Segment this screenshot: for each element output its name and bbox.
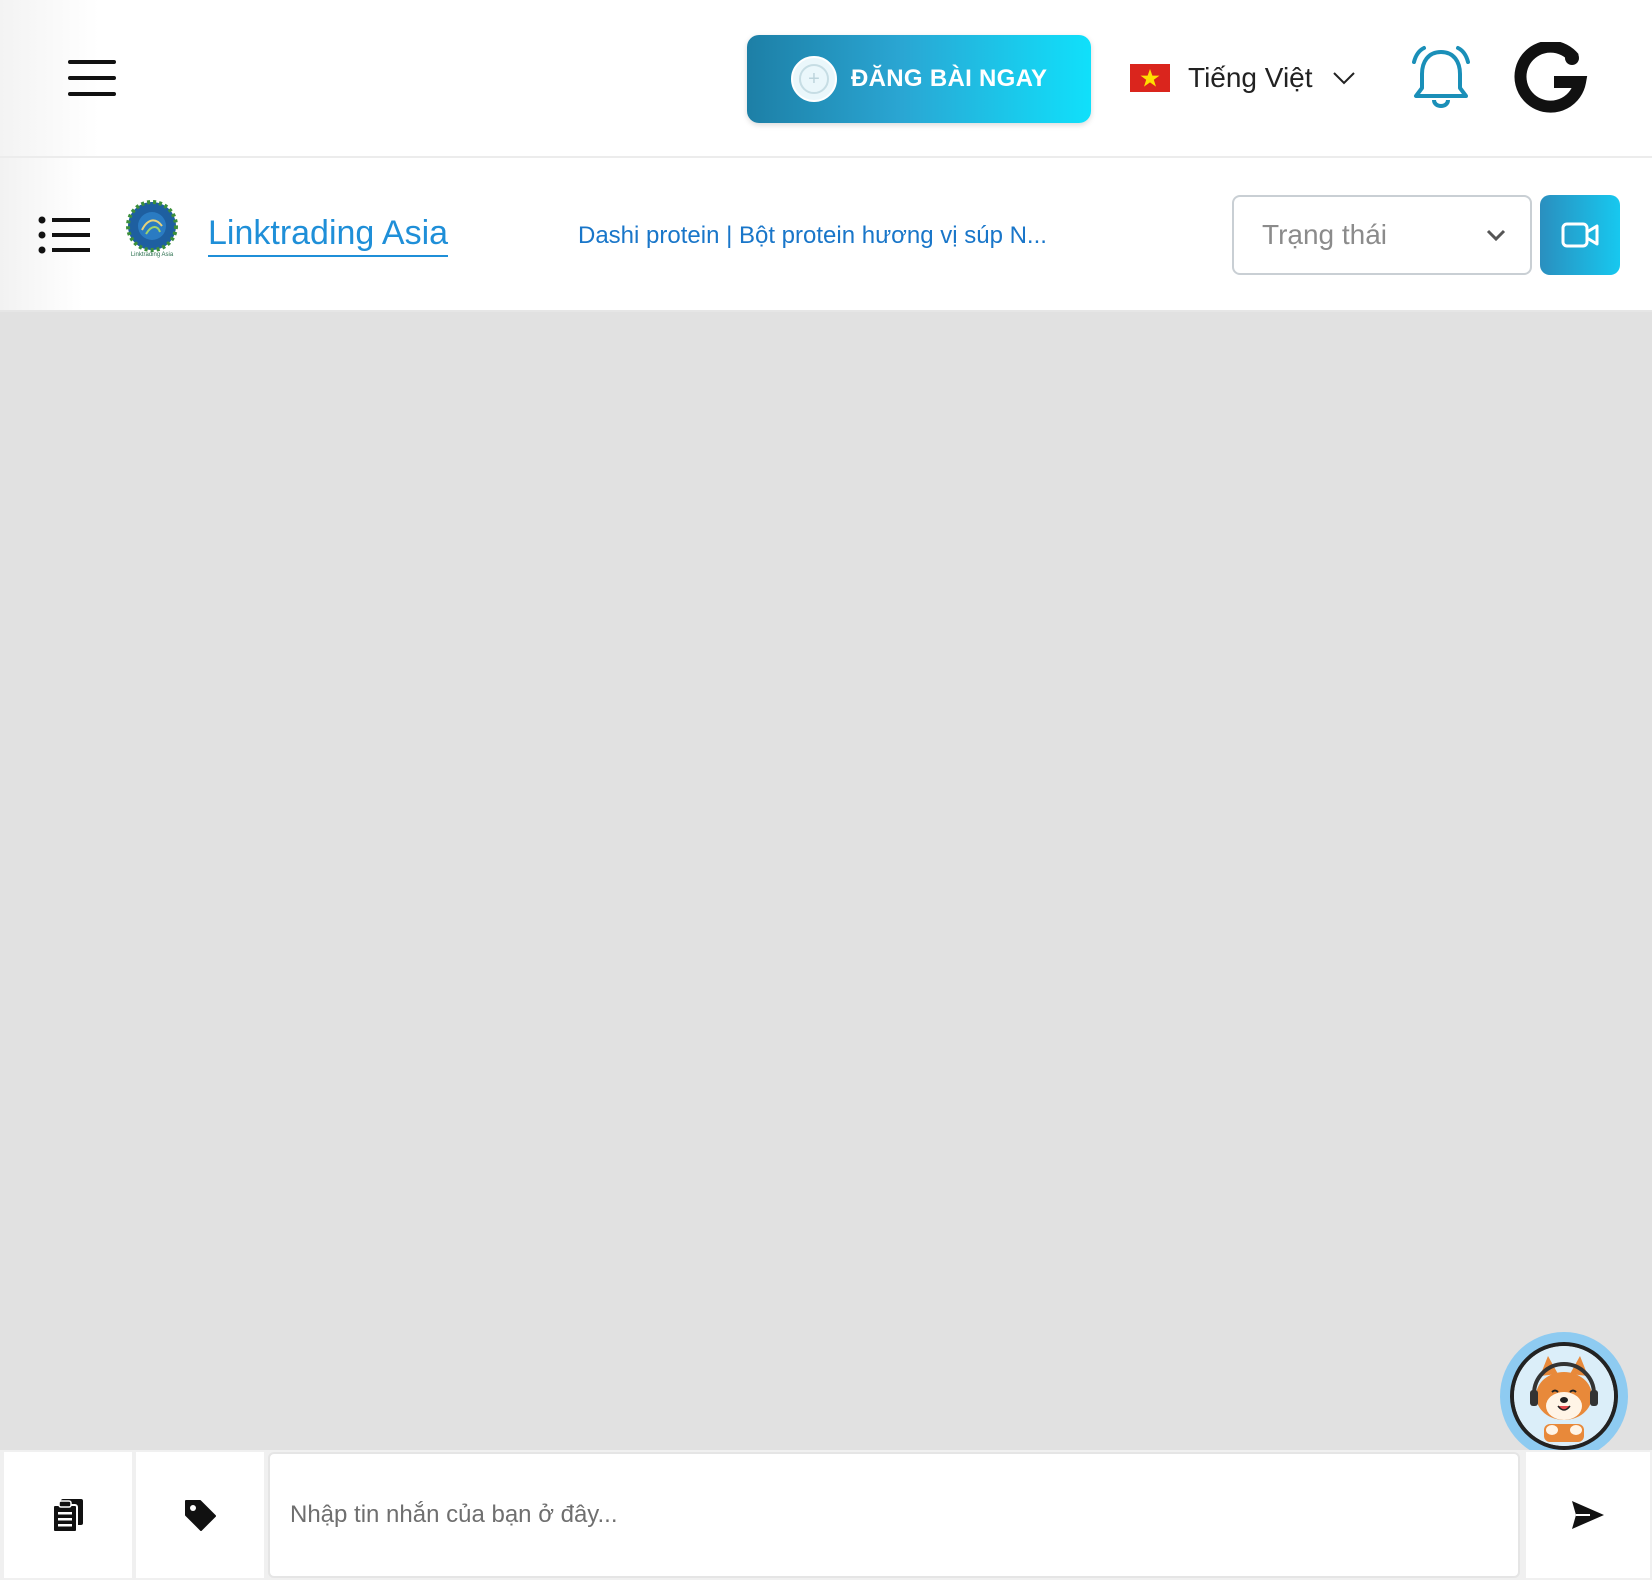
shop-logo: Linktrading Asia	[124, 200, 180, 268]
message-list-area	[0, 312, 1652, 1450]
message-input-wrapper	[268, 1452, 1520, 1578]
account-logo-icon[interactable]	[1514, 42, 1588, 116]
shiba-support-avatar-icon	[1510, 1342, 1618, 1450]
message-composer	[0, 1450, 1652, 1580]
conversation-list-icon[interactable]	[38, 216, 90, 254]
chevron-down-icon	[1486, 229, 1506, 241]
language-selector[interactable]: Tiếng Việt	[1130, 58, 1355, 98]
top-navigation-bar: + ĐĂNG BÀI NGAY Tiếng Việt	[0, 0, 1652, 158]
send-icon	[1572, 1501, 1604, 1529]
status-dropdown[interactable]: Trạng thái	[1232, 195, 1532, 275]
vietnam-flag-icon	[1130, 64, 1170, 92]
support-assistant-button[interactable]	[1500, 1332, 1628, 1460]
product-title-link[interactable]: Dashi protein | Bột protein hương vị súp…	[578, 222, 1078, 250]
tag-icon	[185, 1500, 216, 1531]
video-call-button[interactable]	[1540, 195, 1620, 275]
notification-bell-icon[interactable]	[1406, 44, 1476, 114]
status-placeholder: Trạng thái	[1262, 219, 1388, 250]
product-tag-button[interactable]	[136, 1452, 264, 1578]
message-input[interactable]	[270, 1454, 1518, 1576]
conversation-header: Linktrading Asia Linktrading Asia Dashi …	[0, 158, 1652, 312]
order-list-button[interactable]	[4, 1452, 132, 1578]
post-now-button[interactable]: + ĐĂNG BÀI NGAY	[747, 35, 1091, 123]
send-button[interactable]	[1526, 1452, 1650, 1578]
clipboard-list-icon	[52, 1499, 83, 1533]
add-circle-icon: +	[791, 56, 837, 102]
video-camera-icon	[1561, 222, 1599, 248]
shop-logo-caption: Linktrading Asia	[130, 252, 174, 258]
shop-name-link[interactable]: Linktrading Asia	[208, 214, 449, 257]
chevron-down-icon	[1332, 72, 1355, 85]
main-menu-hamburger-icon[interactable]	[68, 60, 116, 96]
language-label: Tiếng Việt	[1188, 62, 1313, 93]
post-now-label: ĐĂNG BÀI NGAY	[851, 65, 1048, 92]
